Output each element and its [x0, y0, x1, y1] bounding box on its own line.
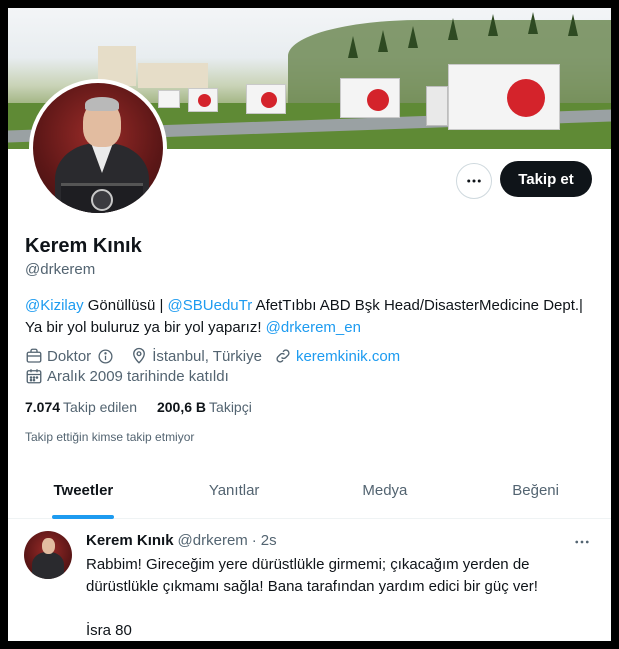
- banner-tree: [408, 26, 418, 48]
- profile-bio: @Kizilay Gönüllüsü | @SBUeduTr AfetTıbbı…: [25, 295, 600, 339]
- banner-tree: [448, 18, 458, 40]
- banner-tree: [568, 14, 578, 36]
- tweet-author-handle[interactable]: @drkerem: [178, 532, 248, 549]
- profile-handle: @drkerem: [25, 261, 96, 278]
- follow-button[interactable]: Takip et: [500, 161, 592, 197]
- banner-truck: [188, 88, 218, 112]
- location-item: İstanbul, Türkiye: [130, 347, 262, 365]
- tweet-author-name[interactable]: Kerem Kınık: [86, 532, 174, 549]
- tweet-text-line: dürüstlükle çıkmamı sağla! Bana tarafınd…: [86, 578, 538, 595]
- banner-tree: [528, 12, 538, 34]
- banner-truck: [158, 90, 180, 108]
- mutual-followers-note: Takip ettiğin kimse takip etmiyor: [25, 430, 195, 444]
- following-count: 7.074: [25, 399, 61, 415]
- joined-text: Aralık 2009 tarihinde katıldı: [47, 367, 229, 385]
- followers-label: Takipçi: [209, 399, 252, 415]
- profile-joined: Aralık 2009 tarihinde katıldı: [25, 367, 241, 385]
- tweet-more-button[interactable]: [571, 531, 593, 553]
- bio-text: Gönüllüsü |: [83, 297, 168, 314]
- banner-tree: [488, 14, 498, 36]
- location-pin-icon: [133, 347, 146, 364]
- bio-mention-sbuedutr[interactable]: @SBUeduTr: [168, 297, 253, 314]
- joined-item: Aralık 2009 tarihinde katıldı: [25, 367, 229, 385]
- following-label: Takip edilen: [63, 399, 137, 415]
- tweet-separator: ·: [251, 532, 257, 549]
- more-horizontal-icon: [467, 179, 481, 183]
- profession-text: Doktor: [47, 347, 92, 365]
- banner-truck-cab: [426, 86, 448, 126]
- tweet-header: Kerem Kınık @drkerem · 2s: [86, 532, 277, 549]
- info-icon[interactable]: [97, 348, 114, 365]
- bio-text: AfetTıbbı ABD Bşk Head/DisasterMedicine …: [252, 297, 583, 314]
- website-item[interactable]: keremkinik.com: [274, 347, 400, 365]
- followers-stat[interactable]: 200,6 B Takipçi: [157, 399, 252, 415]
- location-text: İstanbul, Türkiye: [152, 347, 262, 365]
- link-icon: [276, 349, 290, 363]
- website-link[interactable]: keremkinik.com: [296, 348, 400, 365]
- tweet-text-line: Rabbim! Gireceğim yere dürüstlükle girme…: [86, 556, 530, 573]
- bio-text: Ya bir yol buluruz ya bir yol yaparız!: [25, 319, 266, 336]
- followers-count: 200,6 B: [156, 399, 207, 415]
- tweet-item[interactable]: Kerem Kınık @drkerem · 2s Rabbim! Girece…: [8, 519, 611, 641]
- profile-stats: 7.074 Takip edilen 200,6 B Takipçi: [25, 399, 272, 415]
- banner-truck: [340, 78, 400, 118]
- tab-media[interactable]: Medya: [310, 463, 461, 518]
- tab-likes[interactable]: Beğeni: [460, 463, 611, 518]
- tab-tweets[interactable]: Tweetler: [8, 463, 159, 518]
- profile-tabs: Tweetler Yanıtlar Medya Beğeni: [8, 463, 611, 519]
- banner-truck: [246, 84, 286, 114]
- tweet-avatar[interactable]: [24, 531, 72, 579]
- banner-building: [138, 63, 208, 88]
- more-horizontal-icon: [575, 540, 589, 544]
- profile-avatar[interactable]: [29, 79, 167, 217]
- banner-tree: [378, 30, 388, 52]
- banner-tree: [348, 36, 358, 58]
- following-stat[interactable]: 7.074 Takip edilen: [25, 399, 137, 415]
- calendar-icon: [26, 369, 42, 384]
- more-options-button[interactable]: [456, 163, 492, 199]
- profile-meta: Doktor İstanbul, Türkiye keremkinik.com: [25, 347, 412, 365]
- tweet-text-line: İsra 80: [86, 622, 132, 639]
- tweet-time[interactable]: 2s: [261, 532, 277, 549]
- profession-item: Doktor: [25, 347, 118, 365]
- profile-name: Kerem Kınık: [25, 235, 142, 257]
- profile-page: Takip et Kerem Kınık @drkerem @Kizilay G…: [8, 8, 611, 641]
- banner-truck: [448, 64, 560, 130]
- briefcase-icon: [26, 348, 42, 363]
- tweet-text: Rabbim! Gireceğim yere dürüstlükle girme…: [86, 554, 586, 641]
- tab-replies[interactable]: Yanıtlar: [159, 463, 310, 518]
- bio-mention-drkerem-en[interactable]: @drkerem_en: [266, 319, 361, 336]
- bio-mention-kizilay[interactable]: @Kizilay: [25, 297, 84, 314]
